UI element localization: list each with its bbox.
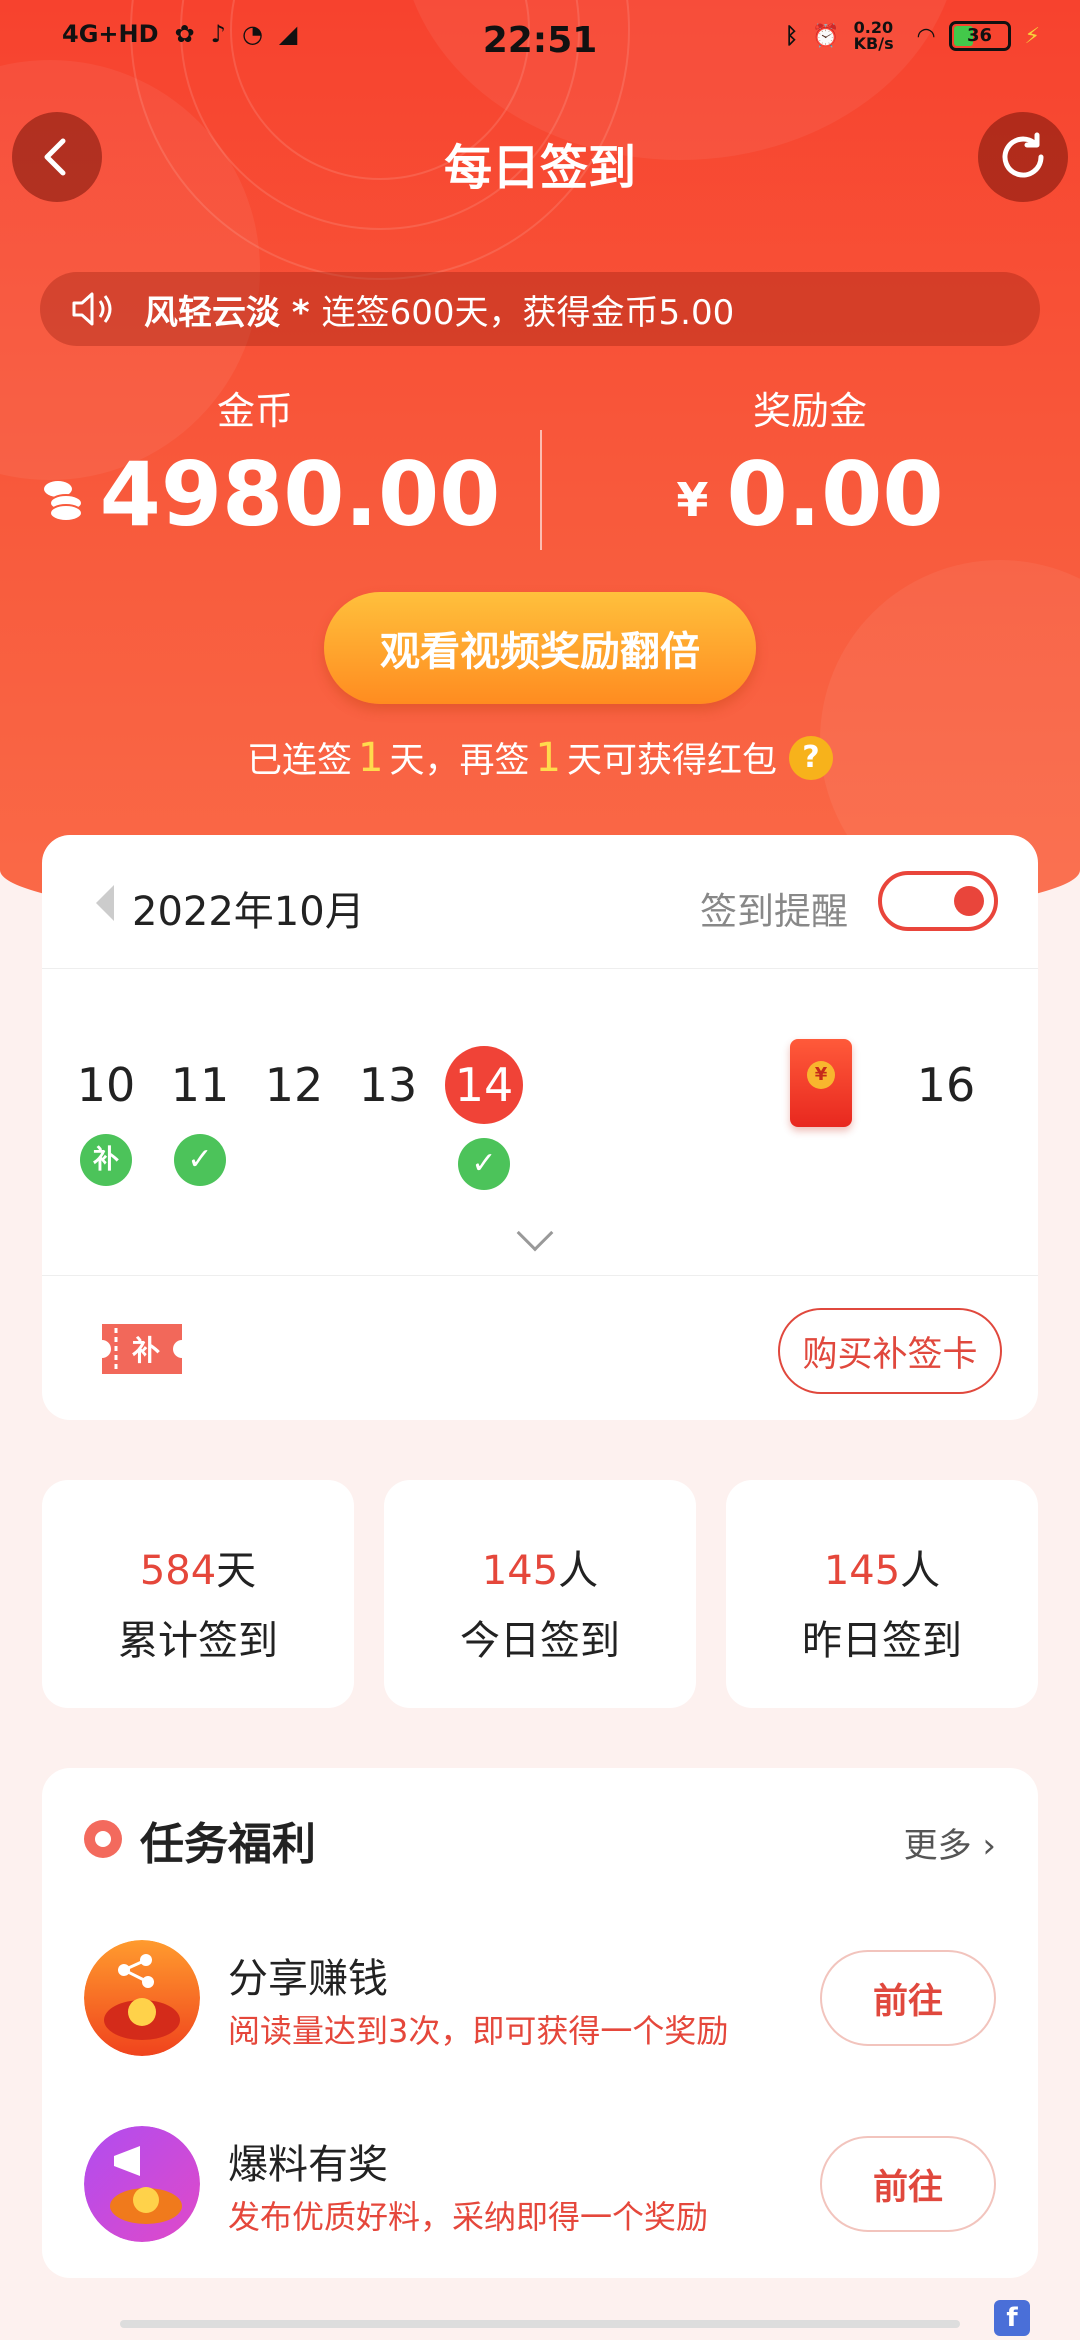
task-desc: 发布优质好料，采纳即得一个奖励 — [228, 2198, 709, 2236]
coins-label: 金币 — [216, 389, 293, 433]
watermark-logo-icon: f — [994, 2300, 1030, 2336]
calendar-day[interactable]: 13 — [338, 1050, 438, 1120]
refresh-button[interactable] — [978, 112, 1068, 202]
network-speed: 0.20 KB/s — [853, 18, 894, 53]
calendar-day[interactable]: 11 ✓ — [150, 1050, 250, 1186]
currency-symbol: ¥ — [676, 472, 709, 527]
reward-value: 0.00 — [726, 443, 944, 546]
remaining-days: 1 — [535, 734, 561, 781]
coins-icon — [43, 480, 83, 522]
makeup-badge: 补 — [80, 1134, 132, 1186]
calendar-card: 2022年10月 签到提醒 10 补 11 ✓ 12 13 14 ✓ ¥ 16 … — [42, 835, 1038, 1420]
prev-month-icon[interactable] — [96, 885, 114, 921]
reward-panel[interactable]: 奖励金 ¥ 0.00 — [540, 380, 1080, 546]
calendar-day-today[interactable]: 14 ✓ — [434, 1046, 534, 1190]
task-name: 爆料有奖 — [228, 2142, 388, 2188]
task-desc: 阅读量达到3次，即可获得一个奖励 — [228, 2012, 729, 2050]
streak-info: 已连签 1 天，再签 1 天可获得红包 ? — [0, 732, 1080, 783]
streak-days: 1 — [358, 734, 384, 781]
coins-panel[interactable]: 金币 4980.00 — [0, 380, 540, 546]
bottom-scroll-indicator — [120, 2320, 960, 2328]
more-link[interactable]: 更多 › — [904, 1818, 996, 1867]
task-item: 分享赚钱 阅读量达到3次，即可获得一个奖励 前往 — [42, 1918, 1038, 2068]
calendar-day[interactable]: 16 — [896, 1050, 996, 1120]
buy-makeup-card-button[interactable]: 购买补签卡 — [778, 1308, 1002, 1394]
refresh-icon — [1002, 132, 1044, 178]
tasks-title: 任务福利 — [140, 1819, 316, 1870]
stat-total-checkins: 584天 累计签到 — [42, 1480, 354, 1708]
tip-reward-icon — [84, 2126, 200, 2242]
task-go-button[interactable]: 前往 — [820, 2136, 996, 2232]
coins-value: 4980.00 — [99, 443, 501, 546]
calendar-day[interactable]: 12 — [244, 1050, 344, 1120]
svg-text:补: 补 — [132, 1334, 160, 1367]
task-item: 爆料有奖 发布优质好料，采纳即得一个奖励 前往 — [42, 2104, 1038, 2254]
checkmark-icon: ✓ — [458, 1138, 510, 1190]
reminder-label: 签到提醒 — [700, 890, 848, 933]
watch-video-double-button[interactable]: 观看视频奖励翻倍 — [324, 592, 756, 704]
help-icon[interactable]: ? — [788, 735, 833, 780]
page-title: 每日签到 — [443, 140, 636, 196]
charging-icon: ⚡ — [1024, 23, 1040, 49]
red-packet-icon[interactable]: ¥ — [790, 1039, 852, 1127]
bluetooth-icon: ᛒ — [785, 23, 799, 49]
marquee-text: 连签600天，获得金币5.00 — [321, 292, 735, 333]
marquee-user: 风轻云淡 * — [144, 292, 310, 333]
reward-label: 奖励金 — [752, 389, 867, 433]
alarm-icon: ⏰ — [812, 23, 840, 49]
section-dot-icon — [84, 1820, 122, 1858]
battery-icon: 36 — [948, 21, 1011, 51]
stat-today-checkins: 145人 今日签到 — [384, 1480, 696, 1708]
makeup-card-icon: 补 — [102, 1324, 182, 1374]
wifi-icon: ◠ — [917, 23, 935, 49]
calendar-footer: 补 购买补签卡 — [42, 1275, 1038, 1420]
tasks-card: 任务福利 更多 › 分享赚钱 阅读量达到3次，即可获得一个奖励 前往 爆料有奖 … — [42, 1768, 1038, 2278]
calendar-header: 2022年10月 签到提醒 — [42, 835, 1038, 969]
share-earn-icon — [84, 1940, 200, 2056]
reminder-toggle[interactable] — [878, 871, 998, 931]
status-bar: 4G+HD ✿ ♪ ◔ ◢ 22:51 ᛒ ⏰ 0.20 KB/s ◠ 36 ⚡ — [0, 0, 1080, 80]
calendar-month: 2022年10月 — [132, 889, 365, 935]
stat-yesterday-checkins: 145人 昨日签到 — [726, 1480, 1038, 1708]
announcement-marquee: 风轻云淡 * 连签600天，获得金币5.00 — [40, 272, 1040, 346]
task-name: 分享赚钱 — [228, 1956, 388, 2002]
speaker-icon — [72, 292, 112, 326]
chevron-down-icon[interactable] — [516, 1214, 554, 1252]
checkmark-icon: ✓ — [174, 1134, 226, 1186]
task-go-button[interactable]: 前往 — [820, 1950, 996, 2046]
calendar-day[interactable]: 10 补 — [56, 1050, 156, 1186]
